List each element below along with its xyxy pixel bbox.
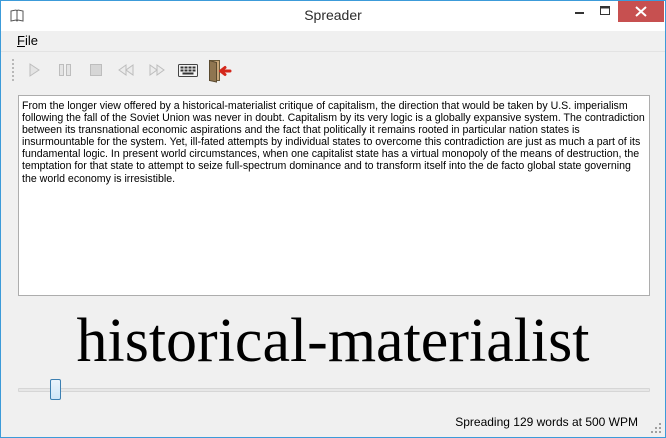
rewind-button[interactable] xyxy=(115,59,137,81)
progress-slider-track[interactable] xyxy=(18,388,650,392)
title-bar[interactable]: Spreader xyxy=(1,1,665,31)
source-text-area[interactable]: From the longer view offered by a histor… xyxy=(18,95,650,296)
pause-icon xyxy=(59,64,71,76)
play-icon xyxy=(29,63,40,77)
close-icon xyxy=(635,6,647,17)
menu-file-accel: F xyxy=(17,33,25,48)
fast-forward-icon xyxy=(149,64,165,76)
resize-grip-icon[interactable] xyxy=(650,422,662,434)
stop-button[interactable] xyxy=(85,59,107,81)
maximize-icon xyxy=(600,6,610,15)
status-text: Spreading 129 words at 500 WPM xyxy=(455,415,638,429)
exit-icon xyxy=(209,59,232,83)
current-word-display: historical-materialist xyxy=(76,307,590,375)
stop-icon xyxy=(90,64,102,76)
minimize-icon xyxy=(575,12,584,14)
pause-button[interactable] xyxy=(54,59,76,81)
toolbar-grip[interactable] xyxy=(12,59,14,81)
menu-file-label: ile xyxy=(24,33,38,48)
maximize-button[interactable] xyxy=(592,1,618,22)
minimize-button[interactable] xyxy=(566,1,592,22)
close-button[interactable] xyxy=(618,1,664,22)
rewind-icon xyxy=(118,64,134,76)
fast-forward-button[interactable] xyxy=(146,59,168,81)
toolbar xyxy=(1,51,665,87)
exit-button[interactable] xyxy=(207,59,232,83)
progress-slider-thumb[interactable] xyxy=(50,379,62,400)
app-window: Spreader File From the longer view offer… xyxy=(0,0,666,438)
play-button[interactable] xyxy=(23,59,45,81)
keyboard-button[interactable] xyxy=(177,59,199,81)
menu-bar: File xyxy=(1,31,665,50)
keyboard-icon xyxy=(178,64,198,77)
status-bar: Spreading 129 words at 500 WPM xyxy=(1,411,665,437)
menu-file[interactable]: File xyxy=(16,33,39,48)
